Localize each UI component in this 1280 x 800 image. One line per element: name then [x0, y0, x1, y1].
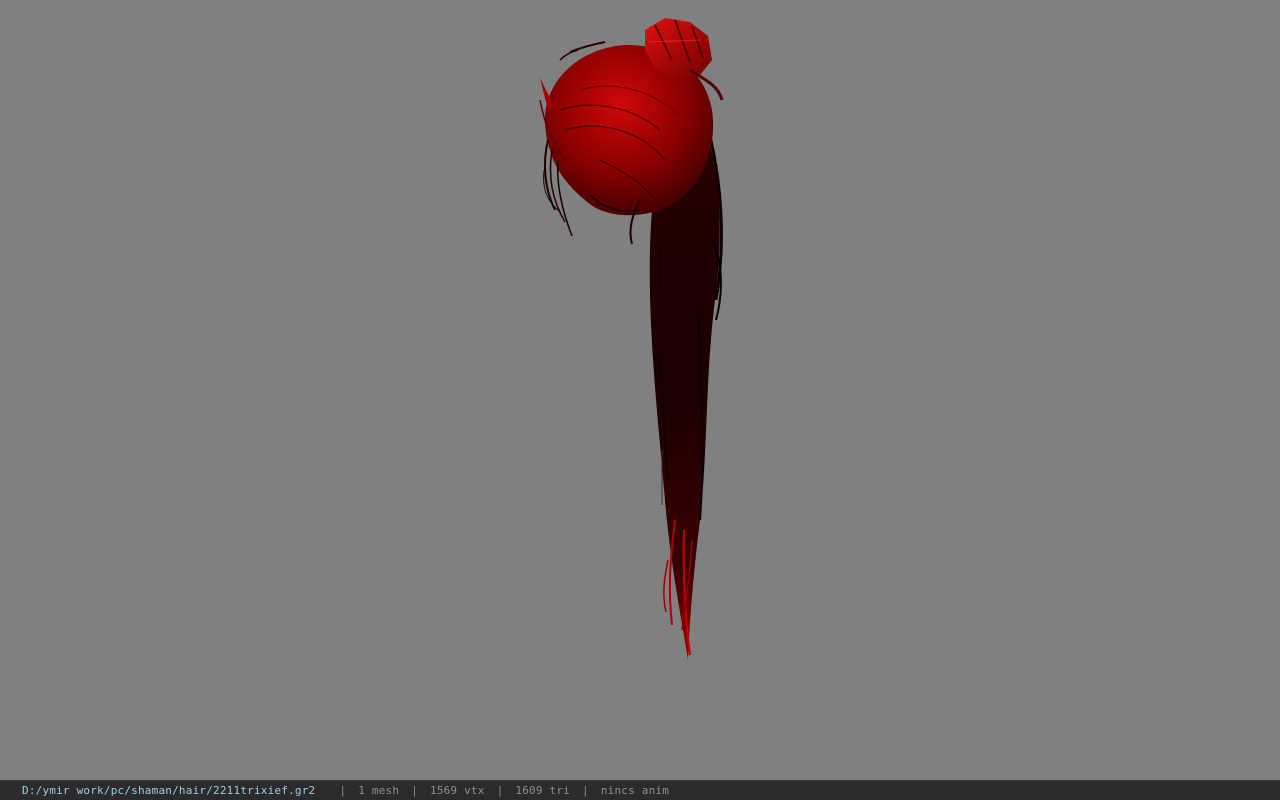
- mesh-count: 1 mesh: [358, 784, 400, 797]
- separator: |: [496, 784, 504, 797]
- separator: |: [581, 784, 589, 797]
- 3d-viewport[interactable]: [0, 0, 1280, 780]
- triangle-count: 1609 tri: [515, 784, 570, 797]
- separator: |: [339, 784, 347, 797]
- animation-status: nincs anim: [600, 784, 670, 797]
- file-path: D:/ymir work/pc/shaman/hair/2211trixief.…: [22, 784, 316, 797]
- separator: |: [411, 784, 418, 797]
- vertex-count: 1569 vtx: [429, 784, 485, 797]
- status-bar: D:/ymir work/pc/shaman/hair/2211trixief.…: [0, 780, 1280, 800]
- hair-model-render: [539, 18, 724, 660]
